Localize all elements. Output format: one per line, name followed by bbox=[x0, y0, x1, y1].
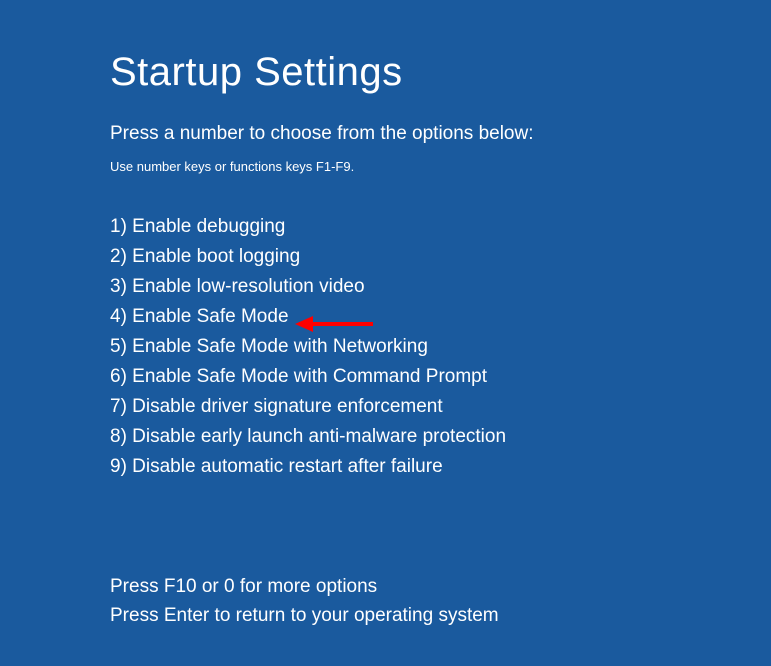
option-3[interactable]: 3) Enable low-resolution video bbox=[110, 272, 771, 302]
options-list: 1) Enable debugging 2) Enable boot loggi… bbox=[110, 212, 771, 482]
option-7[interactable]: 7) Disable driver signature enforcement bbox=[110, 392, 771, 422]
option-4[interactable]: 4) Enable Safe Mode bbox=[110, 302, 771, 332]
option-1[interactable]: 1) Enable debugging bbox=[110, 212, 771, 242]
option-5[interactable]: 5) Enable Safe Mode with Networking bbox=[110, 332, 771, 362]
key-hint: Use number keys or functions keys F1-F9. bbox=[110, 159, 771, 174]
more-options-hint: Press F10 or 0 for more options bbox=[110, 573, 499, 602]
option-9[interactable]: 9) Disable automatic restart after failu… bbox=[110, 452, 771, 482]
footer: Press F10 or 0 for more options Press En… bbox=[110, 573, 499, 630]
option-8[interactable]: 8) Disable early launch anti-malware pro… bbox=[110, 422, 771, 452]
option-2[interactable]: 2) Enable boot logging bbox=[110, 242, 771, 272]
subtitle: Press a number to choose from the option… bbox=[110, 123, 771, 145]
return-hint: Press Enter to return to your operating … bbox=[110, 602, 499, 631]
option-6[interactable]: 6) Enable Safe Mode with Command Prompt bbox=[110, 362, 771, 392]
page-title: Startup Settings bbox=[110, 50, 771, 95]
